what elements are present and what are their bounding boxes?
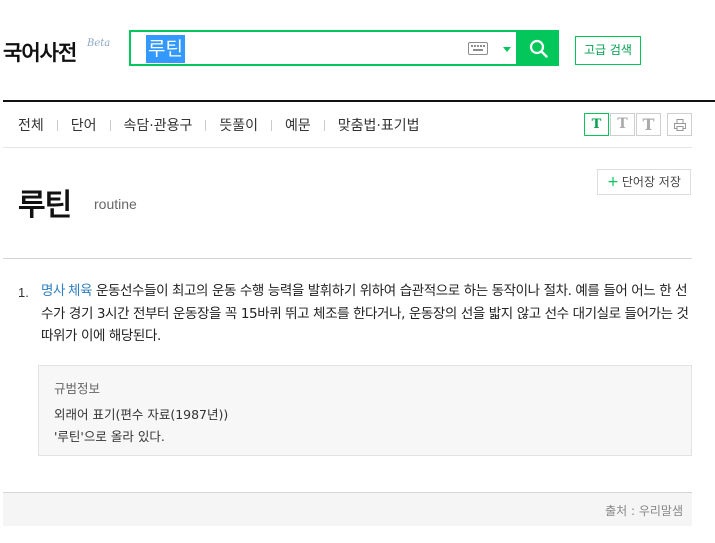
definition-number: 1. (18, 285, 29, 300)
tab-all[interactable]: 전체 (18, 115, 44, 135)
chevron-down-icon[interactable] (503, 47, 511, 52)
print-icon (674, 119, 686, 131)
tab-bar: 전체 단어 속담·관용구 뜻풀이 예문 맞춤법·표기법 (18, 116, 420, 134)
search-icon (529, 39, 548, 58)
font-size-controls: T T T (583, 113, 692, 136)
tab-separator (205, 119, 207, 131)
search-box: 루틴 (129, 30, 518, 66)
tab-spelling[interactable]: 맞춤법·표기법 (338, 115, 420, 135)
tab-separator (323, 119, 325, 131)
norm-info-title: 규범정보 (54, 381, 101, 396)
save-to-wordbook-label: 단어장 저장 (621, 175, 681, 189)
norm-info-line: 외래어 표기(편수 자료(1987년)) (54, 407, 229, 422)
print-button[interactable] (667, 113, 692, 136)
font-size-large-button[interactable]: T (636, 113, 661, 136)
source-label[interactable]: 출처 : 우리말샘 (605, 502, 683, 519)
definition-body: 운동선수들이 최고의 운동 수행 능력을 발휘하기 위하여 습관적으로 하는 동… (41, 283, 689, 344)
tab-separator (109, 119, 111, 131)
search-input[interactable] (146, 34, 446, 62)
entry-divider (3, 258, 692, 259)
tab-words[interactable]: 단어 (71, 115, 97, 135)
dictionary-logo[interactable]: 국어사전 (3, 37, 77, 67)
save-to-wordbook-button[interactable]: + 단어장 저장 (597, 169, 691, 195)
norm-info-box: 규범정보 외래어 표기(편수 자료(1987년)) '루틴'으로 올라 있다. (38, 365, 692, 456)
beta-badge: Beta (87, 38, 111, 49)
tab-proverbs-idioms[interactable]: 속담·관용구 (124, 115, 193, 135)
header-divider (3, 100, 715, 102)
keyboard-icon[interactable] (468, 42, 488, 55)
source-bar: 출처 : 우리말샘 (3, 492, 692, 526)
word-origin: routine (94, 196, 137, 212)
tabs-divider (3, 147, 692, 148)
definition-text: 명사 체육 운동선수들이 최고의 운동 수행 능력을 발휘하기 위하여 습관적으로… (41, 280, 691, 348)
search-button[interactable] (518, 30, 559, 66)
tab-separator (56, 119, 58, 131)
tab-examples[interactable]: 예문 (285, 115, 311, 135)
advanced-search-button[interactable]: 고급 검색 (575, 36, 641, 65)
norm-info-line: '루틴'으로 올라 있다. (54, 429, 165, 444)
tab-definitions[interactable]: 뜻풀이 (219, 115, 258, 135)
tab-separator (271, 119, 273, 131)
headword: 루틴 (18, 188, 72, 223)
part-of-speech-link[interactable]: 명사 (41, 283, 65, 299)
field-link[interactable]: 체육 (68, 283, 92, 299)
plus-icon: + (607, 174, 619, 190)
font-size-medium-button[interactable]: T (610, 113, 635, 136)
font-size-small-button[interactable]: T (584, 113, 609, 136)
